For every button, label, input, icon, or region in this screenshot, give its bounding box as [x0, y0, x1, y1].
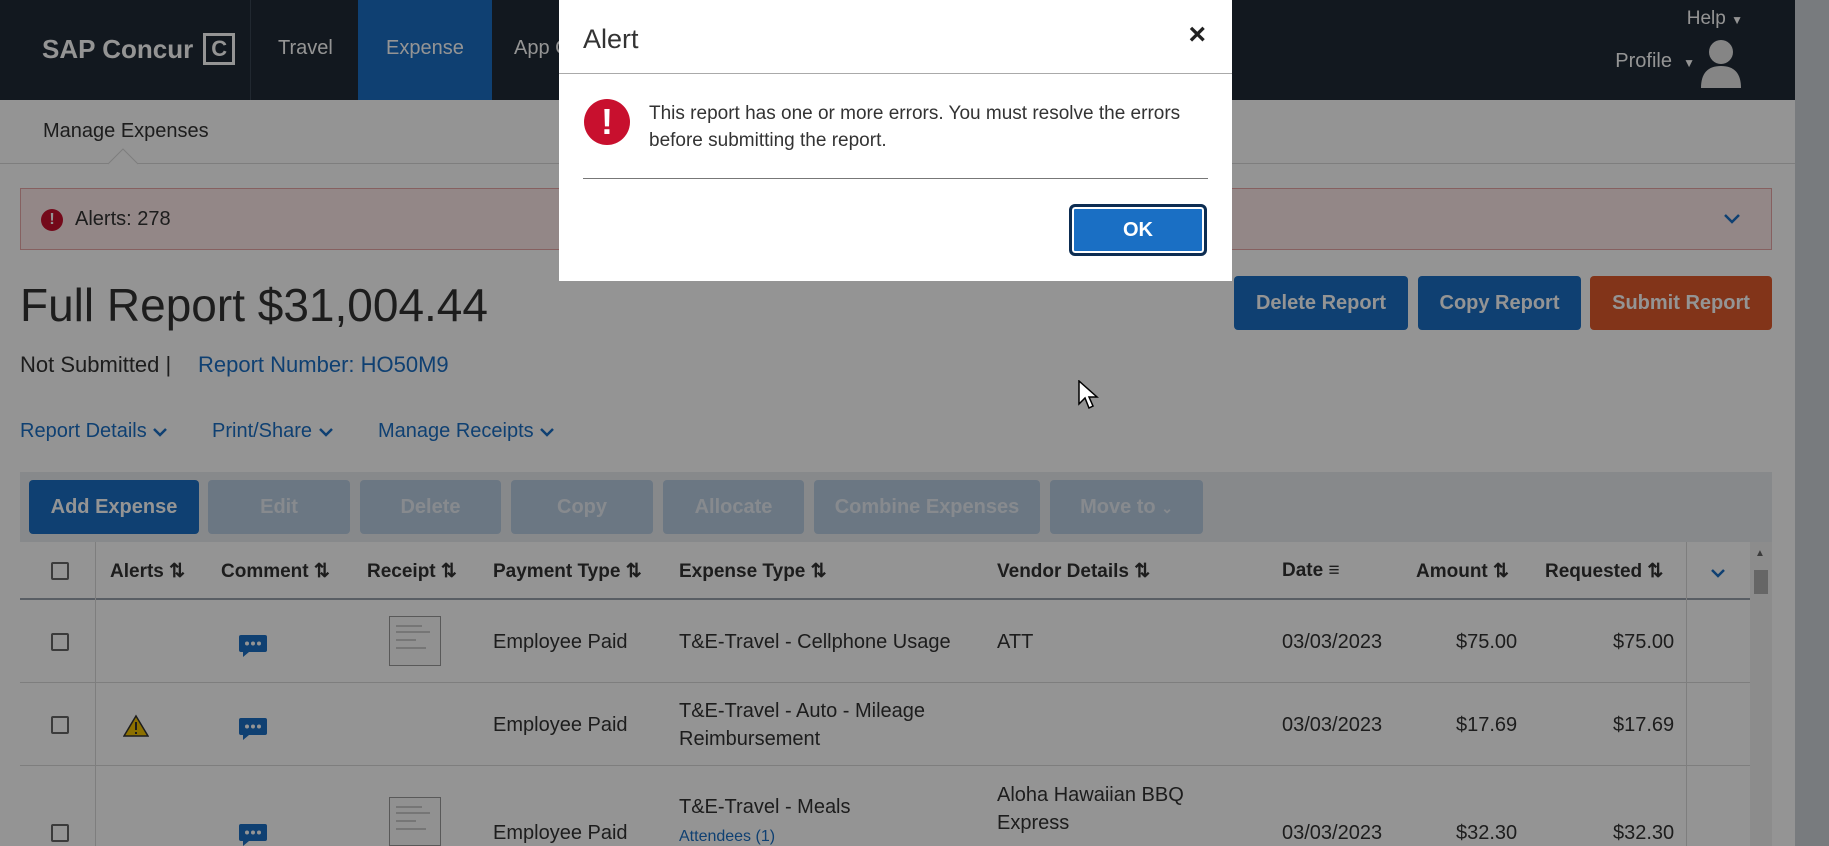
- mouse-cursor-icon: [1078, 380, 1099, 410]
- dialog-message: This report has one or more errors. You …: [649, 103, 1181, 151]
- error-icon: !: [584, 99, 630, 145]
- dialog-divider: [559, 73, 1232, 74]
- alert-dialog: Alert × ! This report has one or more er…: [559, 0, 1232, 281]
- dialog-divider: [583, 178, 1208, 179]
- ok-button[interactable]: OK: [1069, 204, 1207, 256]
- dialog-title: Alert: [583, 24, 639, 54]
- close-icon[interactable]: ×: [1188, 18, 1206, 52]
